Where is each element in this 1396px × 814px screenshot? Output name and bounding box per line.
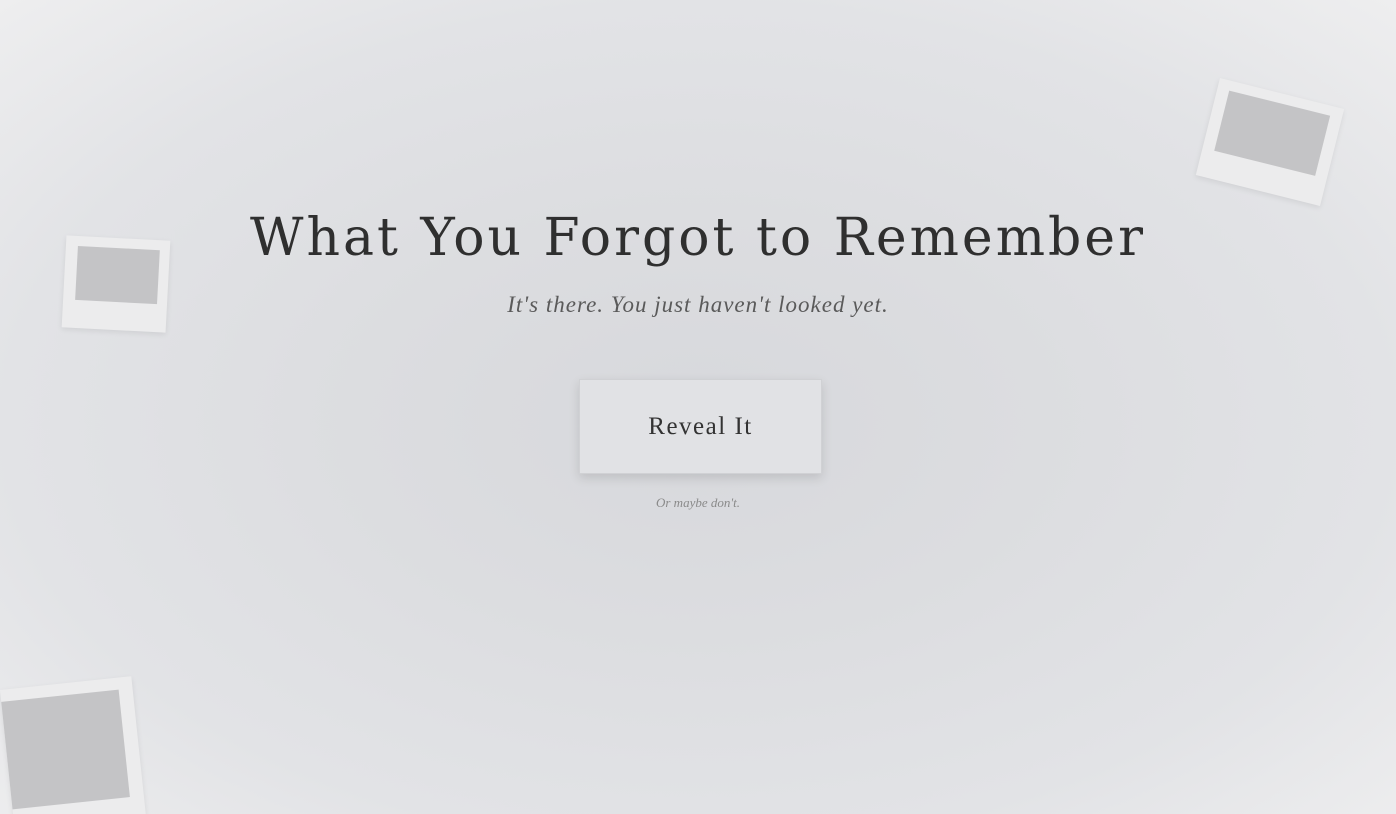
dismiss-link[interactable]: Or maybe don't. — [0, 495, 1396, 511]
polaroid-photo-top-right — [1195, 78, 1345, 206]
polaroid-photo-bottom-left — [0, 676, 146, 814]
page-subtitle: It's there. You just haven't looked yet. — [507, 292, 889, 317]
reveal-it-button[interactable]: Reveal It — [579, 379, 822, 474]
page-title: What You Forgot to Remember — [250, 208, 1146, 268]
polaroid-image-placeholder — [1, 689, 130, 810]
polaroid-image-placeholder — [1214, 90, 1331, 176]
